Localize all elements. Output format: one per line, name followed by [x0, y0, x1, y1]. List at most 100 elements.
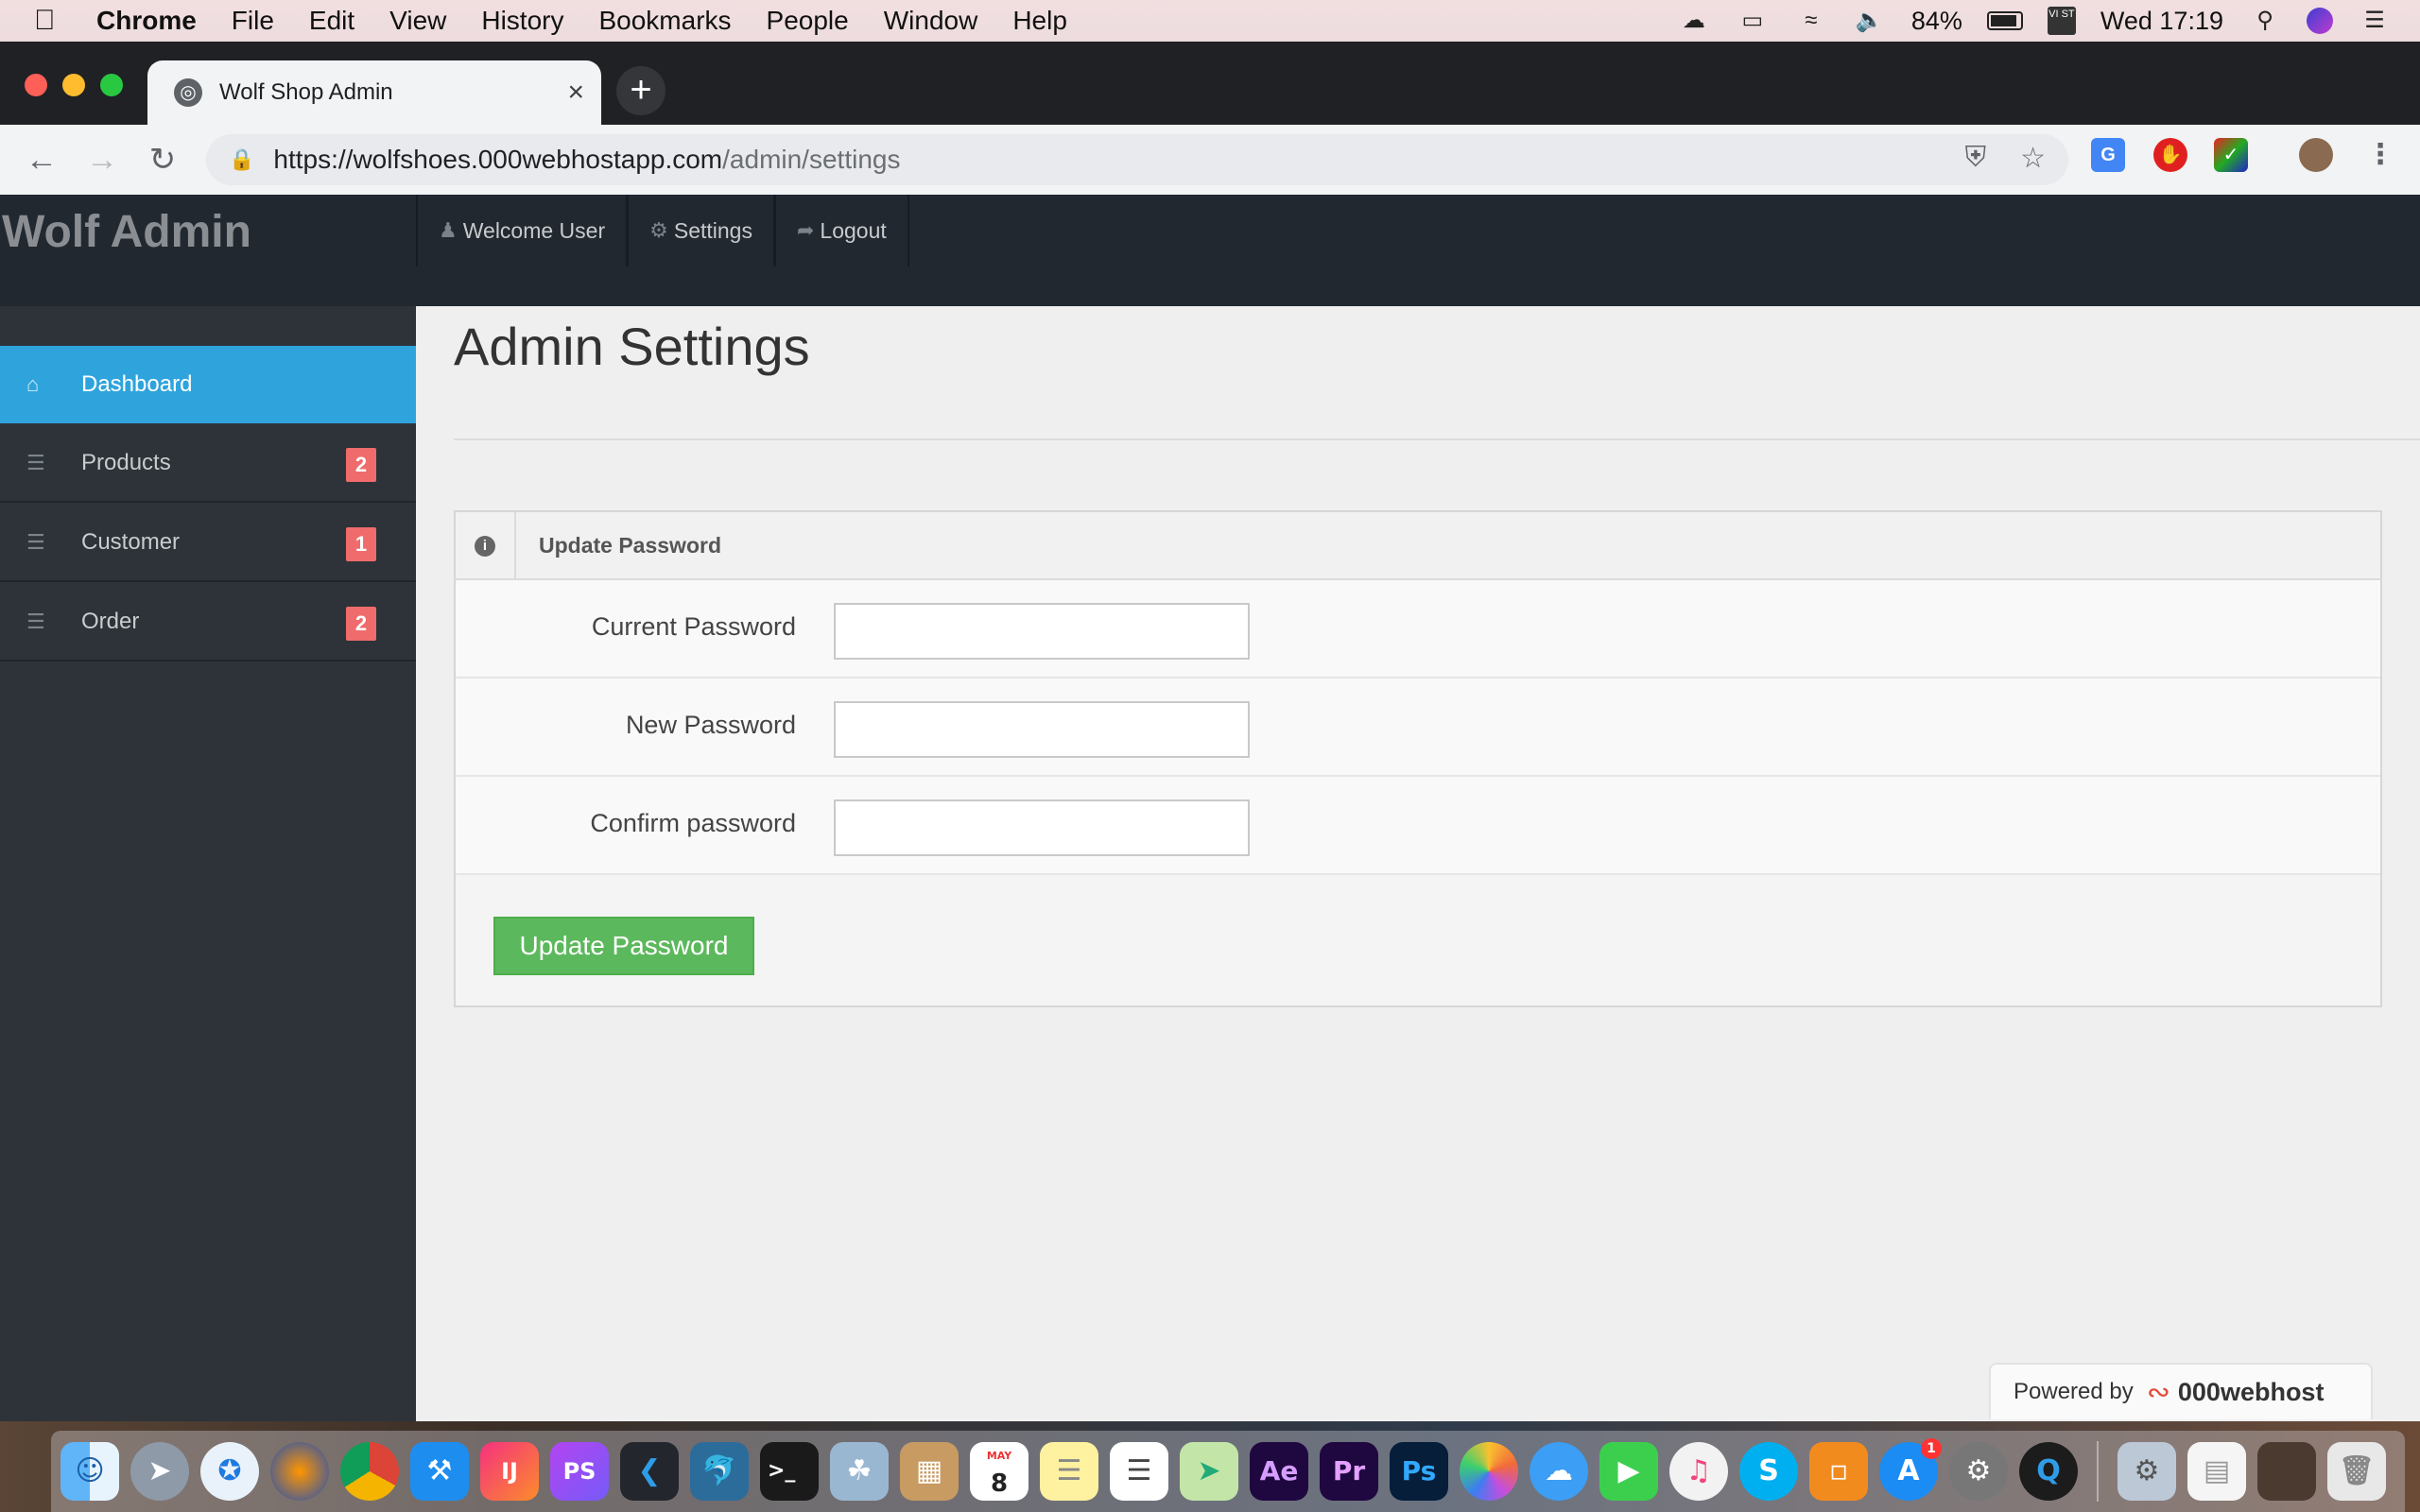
finder-icon[interactable]: ☺ [60, 1442, 119, 1501]
apple-menu-icon[interactable]:  [34, 5, 76, 37]
reminders-icon[interactable]: ☰ [1110, 1442, 1168, 1501]
airplay-icon[interactable]: ▭ [1736, 8, 1770, 34]
maps-icon[interactable]: ➤ [1180, 1442, 1238, 1501]
volume-icon[interactable]: 🔈 [1853, 8, 1887, 34]
creative-cloud-icon[interactable]: ☁ [1677, 8, 1711, 34]
google-translate-icon[interactable]: G [2091, 138, 2125, 172]
dock-separator [2097, 1441, 2099, 1502]
new-tab-button[interactable]: + [616, 66, 666, 115]
sidebar: ⌂ Dashboard ☰ Products 2 ☰ Customer 1 ☰ … [0, 306, 416, 1421]
nav-settings[interactable]: ⚙ Settings [627, 195, 774, 266]
sidebar-item-products[interactable]: ☰ Products 2 [0, 425, 416, 503]
spotlight-search-icon[interactable]: ⚲ [2248, 8, 2282, 34]
powered-by-badge[interactable]: Powered by ∾ 000webhost [1989, 1363, 2373, 1419]
count-badge: 2 [346, 607, 376, 641]
reload-icon[interactable]: ↻ [132, 141, 193, 179]
brand-logo[interactable]: Wolf Admin [2, 206, 251, 258]
count-badge: 1 [346, 527, 376, 561]
after-effects-icon[interactable]: Ae [1250, 1442, 1308, 1501]
siri-icon[interactable] [2307, 8, 2333, 34]
menu-bookmarks[interactable]: Bookmarks [598, 6, 731, 36]
utility-folder-icon[interactable]: ⚙ [2118, 1442, 2176, 1501]
url-text[interactable]: https://wolfshoes.000webhostapp.com/admi… [273, 145, 900, 175]
address-bar[interactable]: 🔒 https://wolfshoes.000webhostapp.com/ad… [206, 134, 2068, 185]
launchpad-icon[interactable]: ➤ [130, 1442, 189, 1501]
xcode-icon[interactable]: ⚒ [410, 1442, 469, 1501]
system-preferences-icon[interactable]: ⚙ [1949, 1442, 2008, 1501]
firefox-icon[interactable] [270, 1442, 329, 1501]
photoshop-icon[interactable]: Ps [1390, 1442, 1448, 1501]
calendar-icon[interactable]: MAY 8 [970, 1442, 1028, 1501]
update-password-button[interactable]: Update Password [493, 917, 754, 975]
tab-title: Wolf Shop Admin [219, 79, 393, 105]
menu-view[interactable]: View [389, 6, 446, 36]
info-icon: i [456, 512, 516, 580]
terminal-icon[interactable]: >_ [760, 1442, 819, 1501]
vscode-icon[interactable]: ❮ [620, 1442, 679, 1501]
menu-help[interactable]: Help [1012, 6, 1067, 36]
menu-history[interactable]: History [481, 6, 563, 36]
phpstorm-icon[interactable]: PS [550, 1442, 609, 1501]
macos-menu-bar:  Chrome File Edit View History Bookmark… [0, 0, 2420, 42]
itunes-icon[interactable]: ♫ [1669, 1442, 1728, 1501]
confirm-password-input[interactable] [834, 799, 1250, 856]
list-icon: ☰ [26, 451, 45, 474]
window-zoom-button[interactable] [100, 74, 123, 96]
blocked-content-icon[interactable]: ⛨ [1965, 142, 1987, 175]
window-minimize-button[interactable] [62, 74, 85, 96]
lock-icon[interactable]: 🔒 [229, 147, 254, 172]
battery-percent[interactable]: 84% [1911, 7, 1962, 36]
clock[interactable]: Wed 17:19 [2100, 7, 2223, 36]
intellij-icon[interactable]: IJ [480, 1442, 539, 1501]
safari-icon[interactable]: ✪ [200, 1442, 259, 1501]
premiere-pro-icon[interactable]: Pr [1320, 1442, 1378, 1501]
input-source-icon[interactable]: VI ST [2047, 7, 2076, 35]
menu-file[interactable]: File [232, 6, 274, 36]
notes-icon[interactable]: ☰ [1040, 1442, 1098, 1501]
nav-logout[interactable]: ➦ Logout [773, 195, 909, 266]
menu-app-name[interactable]: Chrome [96, 6, 197, 36]
wifi-icon[interactable]: ≈ [1794, 8, 1828, 34]
preview-icon[interactable]: ☘ [830, 1442, 889, 1501]
browser-tab-strip: ◎ Wolf Shop Admin × + [0, 42, 2420, 125]
forward-arrow-icon[interactable]: → [72, 142, 132, 179]
mysql-workbench-icon[interactable]: 🐬 [690, 1442, 749, 1501]
chrome-menu-icon[interactable]: ⋮ [2363, 138, 2397, 172]
admin-topbar: Wolf Admin ♟ Welcome User ⚙ Settings ➦ L… [0, 195, 2420, 306]
extension-icon[interactable]: ✓ [2214, 138, 2248, 172]
photos-icon[interactable] [1460, 1442, 1518, 1501]
new-password-input[interactable] [834, 701, 1250, 758]
sidebar-item-dashboard[interactable]: ⌂ Dashboard [0, 346, 416, 423]
close-tab-icon[interactable]: × [567, 77, 584, 109]
facetime-icon[interactable]: ▶ [1599, 1442, 1658, 1501]
globe-icon: ◎ [174, 78, 202, 107]
nav-welcome-user[interactable]: ♟ Welcome User [416, 195, 628, 266]
quicktime-icon[interactable]: Q [2019, 1442, 2078, 1501]
sidebar-item-order[interactable]: ☰ Order 2 [0, 584, 416, 662]
document-icon[interactable]: ▤ [2187, 1442, 2246, 1501]
update-password-panel: i Update Password Current Password New P… [454, 510, 2382, 1007]
messages-icon[interactable]: ☁ [1530, 1442, 1588, 1501]
browser-tab[interactable]: ◎ Wolf Shop Admin × [147, 60, 601, 125]
skype-icon[interactable]: S [1739, 1442, 1798, 1501]
menu-people[interactable]: People [767, 6, 849, 36]
current-password-label: Current Password [591, 612, 796, 641]
screenshot-icon[interactable] [2257, 1442, 2316, 1501]
profile-avatar[interactable] [2299, 138, 2333, 172]
sidebar-item-customer[interactable]: ☰ Customer 1 [0, 505, 416, 582]
trash-icon[interactable]: 🗑 [2327, 1442, 2386, 1501]
bookmark-star-icon[interactable]: ☆ [2020, 142, 2046, 175]
browser-toolbar: ← → ↻ 🔒 https://wolfshoes.000webhostapp.… [0, 125, 2420, 195]
notefile-icon[interactable]: ▦ [900, 1442, 959, 1501]
back-arrow-icon[interactable]: ← [11, 142, 72, 179]
ibooks-icon[interactable]: ▫ [1809, 1442, 1868, 1501]
adblock-icon[interactable]: ✋ [2153, 138, 2187, 172]
window-close-button[interactable] [25, 74, 47, 96]
menu-edit[interactable]: Edit [309, 6, 354, 36]
battery-icon[interactable] [1986, 11, 2023, 30]
current-password-input[interactable] [834, 603, 1250, 660]
notification-center-icon[interactable]: ☰ [2358, 8, 2392, 34]
app-store-icon[interactable]: A1 [1879, 1438, 1942, 1501]
chrome-icon[interactable] [340, 1442, 399, 1501]
menu-window[interactable]: Window [884, 6, 978, 36]
